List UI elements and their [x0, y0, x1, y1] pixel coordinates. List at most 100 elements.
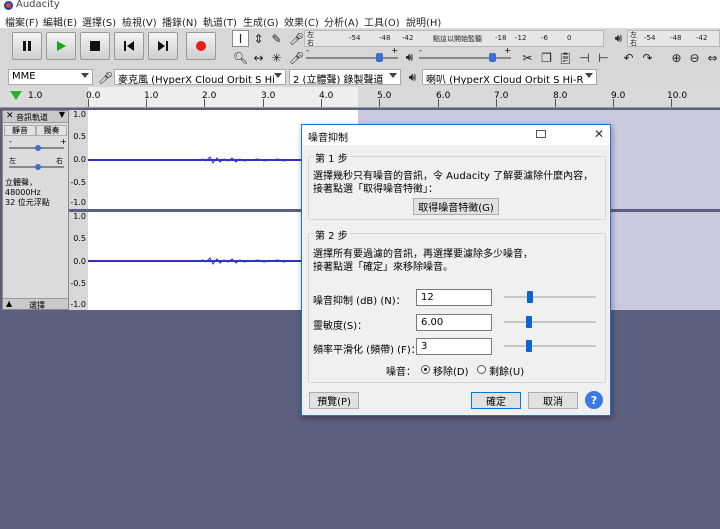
recording-channels-value: 2 (立體聲) 錄製聲道: [293, 75, 384, 85]
track-menu-icon[interactable]: ▼: [59, 110, 65, 119]
speaker-meter-icon[interactable]: 🔊︎: [610, 30, 627, 47]
frequency-smoothing-label: 頻率平滑化 (頻帶) (F)：: [313, 345, 421, 356]
step1-title: 第 1 步: [313, 150, 350, 165]
noise-reduction-input[interactable]: 12: [416, 289, 492, 306]
pause-button[interactable]: [12, 32, 42, 60]
ok-button[interactable]: 確定: [471, 392, 521, 409]
get-noise-profile-button[interactable]: 取得噪音特徵(G): [413, 198, 499, 215]
record-volume-slider[interactable]: - +: [306, 46, 398, 66]
trim-icon[interactable]: ⊣: [576, 49, 593, 66]
draw-tool-icon[interactable]: ✎: [268, 30, 285, 47]
audio-host-select[interactable]: MME: [8, 69, 93, 85]
timeline-ruler[interactable]: 1.0 0.0 1.0 2.0 3.0 4.0 5.0 6.0 7.0 8.0 …: [0, 87, 720, 108]
menu-tracks[interactable]: 軌道(T): [203, 14, 237, 29]
redo-icon[interactable]: ↷: [639, 49, 656, 66]
microphone-meter-icon[interactable]: 🎤︎: [288, 30, 305, 47]
playback-volume-slider[interactable]: - +: [419, 46, 511, 66]
slider-track: [504, 296, 596, 298]
multi-tool-icon[interactable]: ✳: [268, 49, 285, 66]
record-icon: [196, 41, 206, 51]
slider-knob[interactable]: [489, 53, 496, 62]
mic-volume-icon: 🎤︎: [288, 50, 305, 65]
timeshift-tool-icon[interactable]: ↔: [250, 49, 267, 66]
app-title: Audacity: [16, 0, 60, 10]
menu-view[interactable]: 檢視(V): [122, 14, 157, 29]
record-meter[interactable]: 左 右 -54 -48 -42 點這以開始監聽 -18 -12 -6 0: [304, 30, 604, 47]
recording-device-select[interactable]: 麥克風 (HyperX Cloud Orbit S Hi: [114, 69, 286, 85]
ruler-tick: [321, 99, 322, 107]
menu-help[interactable]: 說明(H): [406, 14, 441, 29]
menu-generate[interactable]: 生成(G): [243, 14, 279, 29]
envelope-tool-icon[interactable]: ⇕: [250, 30, 267, 47]
menu-select[interactable]: 選擇(S): [82, 14, 116, 29]
collapse-icon[interactable]: ▲: [6, 299, 12, 308]
track-select-button[interactable]: 選擇: [29, 300, 45, 311]
menu-file[interactable]: 檔案(F): [5, 14, 39, 29]
remove-radio-label[interactable]: 移除(D): [433, 363, 469, 378]
record-meter-tick: -42: [402, 34, 414, 42]
slider-knob[interactable]: [526, 316, 532, 328]
preview-button[interactable]: 預覽(P): [309, 392, 359, 409]
track-close-icon[interactable]: ✕: [6, 111, 14, 121]
residue-radio[interactable]: [477, 365, 486, 374]
copy-icon[interactable]: ❐: [538, 49, 555, 66]
slider-knob[interactable]: [527, 291, 533, 303]
mute-button[interactable]: 靜音: [4, 125, 36, 136]
skip-to-end-button[interactable]: [148, 32, 178, 60]
residue-radio-label[interactable]: 剩餘(U): [489, 363, 524, 378]
frequency-smoothing-slider[interactable]: [504, 338, 596, 354]
playback-meter-tick: -48: [670, 34, 682, 42]
selection-tool-icon[interactable]: I: [232, 30, 249, 47]
vruler-label: -1.0: [70, 300, 86, 309]
playback-device-select[interactable]: 喇叭 (HyperX Cloud Orbit S Hi-R: [422, 69, 597, 85]
step2-instruction-2: 接著點選「確定」來移除噪音。: [313, 262, 453, 273]
fit-selection-icon[interactable]: ⇔: [704, 49, 720, 66]
step1-instruction-2: 接著點選「取得噪音特徵」：: [313, 184, 438, 195]
frequency-smoothing-value: 3: [421, 341, 428, 352]
cancel-button[interactable]: 取消: [528, 392, 578, 409]
zoom-in-icon[interactable]: ⊕: [668, 49, 685, 66]
sensitivity-input[interactable]: 6.00: [416, 314, 492, 331]
noise-reduction-label: 噪音抑制 (dB) (N)：: [313, 296, 406, 307]
zoom-out-icon[interactable]: ⊖: [686, 49, 703, 66]
recording-channels-select[interactable]: 2 (立體聲) 錄製聲道: [289, 69, 401, 85]
ruler-tick: [671, 99, 672, 107]
playback-meter[interactable]: 左 右 -54 -48 -42: [627, 30, 720, 47]
slider-knob[interactable]: [376, 53, 383, 62]
remove-radio[interactable]: [421, 365, 430, 374]
cut-icon[interactable]: ✂: [519, 49, 536, 66]
noise-reduction-value: 12: [421, 292, 434, 303]
menu-analyze[interactable]: 分析(A): [324, 14, 359, 29]
undo-icon[interactable]: ↶: [620, 49, 637, 66]
cancel-label: 取消: [543, 397, 563, 408]
slider-knob[interactable]: [526, 340, 532, 352]
solo-button[interactable]: 獨奏: [36, 125, 67, 136]
menu-transport[interactable]: 播錄(N): [162, 14, 197, 29]
vruler-label: 0.0: [73, 155, 86, 164]
gain-slider[interactable]: [9, 140, 64, 156]
slider-track: [504, 345, 596, 347]
menu-tools[interactable]: 工具(O): [364, 14, 400, 29]
ruler-tick: [88, 99, 89, 107]
slider-knob[interactable]: [35, 164, 41, 170]
record-button[interactable]: [186, 32, 216, 60]
paste-icon[interactable]: 📋︎: [557, 49, 574, 66]
zoom-tool-icon[interactable]: 🔍︎: [232, 49, 249, 66]
close-icon[interactable]: ✕: [594, 127, 604, 141]
menu-edit[interactable]: 編輯(E): [43, 14, 77, 29]
play-button[interactable]: [46, 32, 76, 60]
window-restore-icon[interactable]: [536, 130, 546, 138]
frequency-smoothing-input[interactable]: 3: [416, 338, 492, 355]
menu-effect[interactable]: 效果(C): [284, 14, 319, 29]
vruler-label: 1.0: [73, 110, 86, 119]
noise-reduction-slider[interactable]: [504, 289, 596, 305]
stop-button[interactable]: [80, 32, 110, 60]
pan-slider[interactable]: [9, 159, 64, 175]
skip-to-start-button[interactable]: [114, 32, 144, 60]
track-name[interactable]: 音訊軌道: [16, 112, 48, 123]
help-button[interactable]: ?: [585, 391, 603, 409]
dialog-title: 噪音抑制: [308, 133, 348, 144]
slider-knob[interactable]: [35, 145, 41, 151]
sensitivity-slider[interactable]: [504, 314, 596, 330]
silence-icon[interactable]: ⊢: [595, 49, 612, 66]
